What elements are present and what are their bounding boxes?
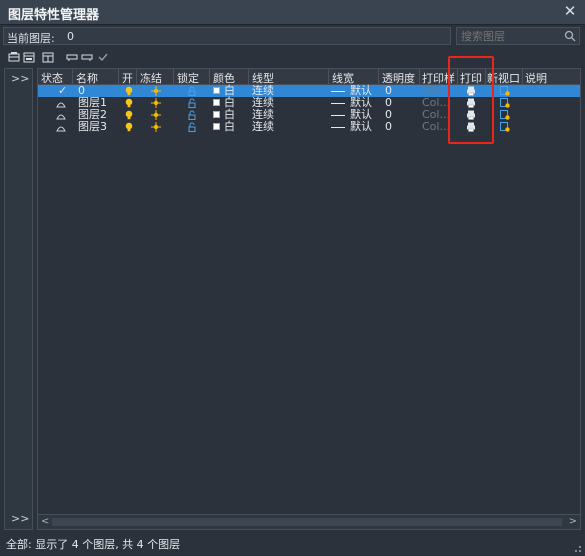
unlock-icon[interactable] xyxy=(187,98,197,108)
scroll-thumb[interactable] xyxy=(52,518,562,526)
lineweight-line xyxy=(331,91,345,92)
bulb-on-icon[interactable] xyxy=(124,122,134,132)
grid-header: 状态 名称 开 冻结 锁定 颜色 线型 线宽 透明度 打印样 打印 新视口 说明 xyxy=(38,69,580,86)
row-transparency[interactable]: 0 xyxy=(385,121,392,133)
layer-grid: 状态 名称 开 冻结 锁定 颜色 线型 线宽 透明度 打印样 打印 新视口 说明… xyxy=(37,68,581,530)
lineweight-line xyxy=(331,115,345,116)
current-layer-field: 当前图层: 0 xyxy=(3,27,451,45)
col-description[interactable]: 说明 xyxy=(525,70,547,86)
table-row[interactable]: 图层2 白 连续 默认 0 Col... xyxy=(38,109,580,121)
sun-thaw-icon[interactable] xyxy=(151,122,161,132)
sun-thaw-icon[interactable] xyxy=(151,98,161,108)
status-text: 全部: 显示了 4 个图层, 共 4 个图层 xyxy=(6,538,181,551)
bulb-on-icon[interactable] xyxy=(124,86,134,96)
window-title: 图层特性管理器 xyxy=(8,8,100,23)
expand-filter-bottom-button[interactable]: >> xyxy=(11,512,29,525)
new-layer-icon[interactable] xyxy=(8,51,20,63)
table-row[interactable]: ✓ 0 白 连续 默认 0 Col... xyxy=(38,85,580,97)
layer-status-icon xyxy=(56,102,66,108)
previous-layer-icon[interactable] xyxy=(66,51,78,63)
col-lock[interactable]: 锁定 xyxy=(177,70,199,86)
col-on[interactable]: 开 xyxy=(122,70,133,86)
resize-grip-icon[interactable] xyxy=(572,543,582,553)
current-layer-value: 0 xyxy=(67,30,74,43)
row-lineweight[interactable]: 默认 xyxy=(350,121,372,133)
title-bar: 图层特性管理器 ✕ xyxy=(0,0,585,25)
new-vp-freeze-icon[interactable] xyxy=(500,122,510,132)
unlock-icon[interactable] xyxy=(187,86,197,96)
close-icon[interactable]: ✕ xyxy=(561,2,579,20)
layer-states-icon[interactable] xyxy=(42,51,54,63)
row-linetype[interactable]: 连续 xyxy=(252,121,274,133)
color-swatch[interactable] xyxy=(213,123,220,130)
color-swatch[interactable] xyxy=(213,99,220,106)
new-vp-freeze-icon[interactable] xyxy=(500,86,510,96)
sun-thaw-icon[interactable] xyxy=(151,110,161,120)
lineweight-line xyxy=(331,103,345,104)
bulb-on-icon[interactable] xyxy=(124,98,134,108)
layer-status-icon xyxy=(56,114,66,120)
new-vp-freeze-icon[interactable] xyxy=(500,110,510,120)
sun-thaw-icon[interactable] xyxy=(151,86,161,96)
row-status[interactable]: ✓ xyxy=(58,85,67,97)
unlock-icon[interactable] xyxy=(187,110,197,120)
table-row[interactable]: 图层3 白 连续 默认 0 Col... xyxy=(38,120,580,133)
search-icon[interactable] xyxy=(564,30,576,42)
new-layer-vp-frozen-icon[interactable] xyxy=(23,51,35,63)
scroll-right-icon[interactable]: > xyxy=(569,516,577,527)
horizontal-scrollbar[interactable]: < > xyxy=(38,514,580,529)
color-swatch[interactable] xyxy=(213,87,220,94)
bulb-on-icon[interactable] xyxy=(124,110,134,120)
layer-status-icon xyxy=(56,126,66,132)
col-freeze[interactable]: 冻结 xyxy=(140,70,162,86)
current-layer-label: 当前图层: xyxy=(7,32,55,45)
table-row[interactable]: 图层1 白 连续 默认 0 Col... xyxy=(38,97,580,109)
layer-toolbar xyxy=(0,49,585,65)
highlight-box xyxy=(448,56,494,144)
set-current-icon[interactable] xyxy=(97,51,109,63)
unlock-icon[interactable] xyxy=(187,122,197,132)
filter-pane: >> >> xyxy=(4,68,33,530)
row-name[interactable]: 图层3 xyxy=(78,121,107,133)
current-layer-bar: 当前图层: 0 xyxy=(0,26,585,48)
new-vp-freeze-icon[interactable] xyxy=(500,98,510,108)
search-box[interactable] xyxy=(456,27,580,45)
delete-layer-icon[interactable] xyxy=(81,51,93,63)
scroll-left-icon[interactable]: < xyxy=(41,516,49,527)
search-input[interactable] xyxy=(461,30,551,43)
expand-filter-button[interactable]: >> xyxy=(11,72,29,85)
lineweight-line xyxy=(331,127,345,128)
row-plot-style: Col... xyxy=(422,120,450,133)
color-swatch[interactable] xyxy=(213,111,220,118)
row-color[interactable]: 白 xyxy=(224,121,235,133)
